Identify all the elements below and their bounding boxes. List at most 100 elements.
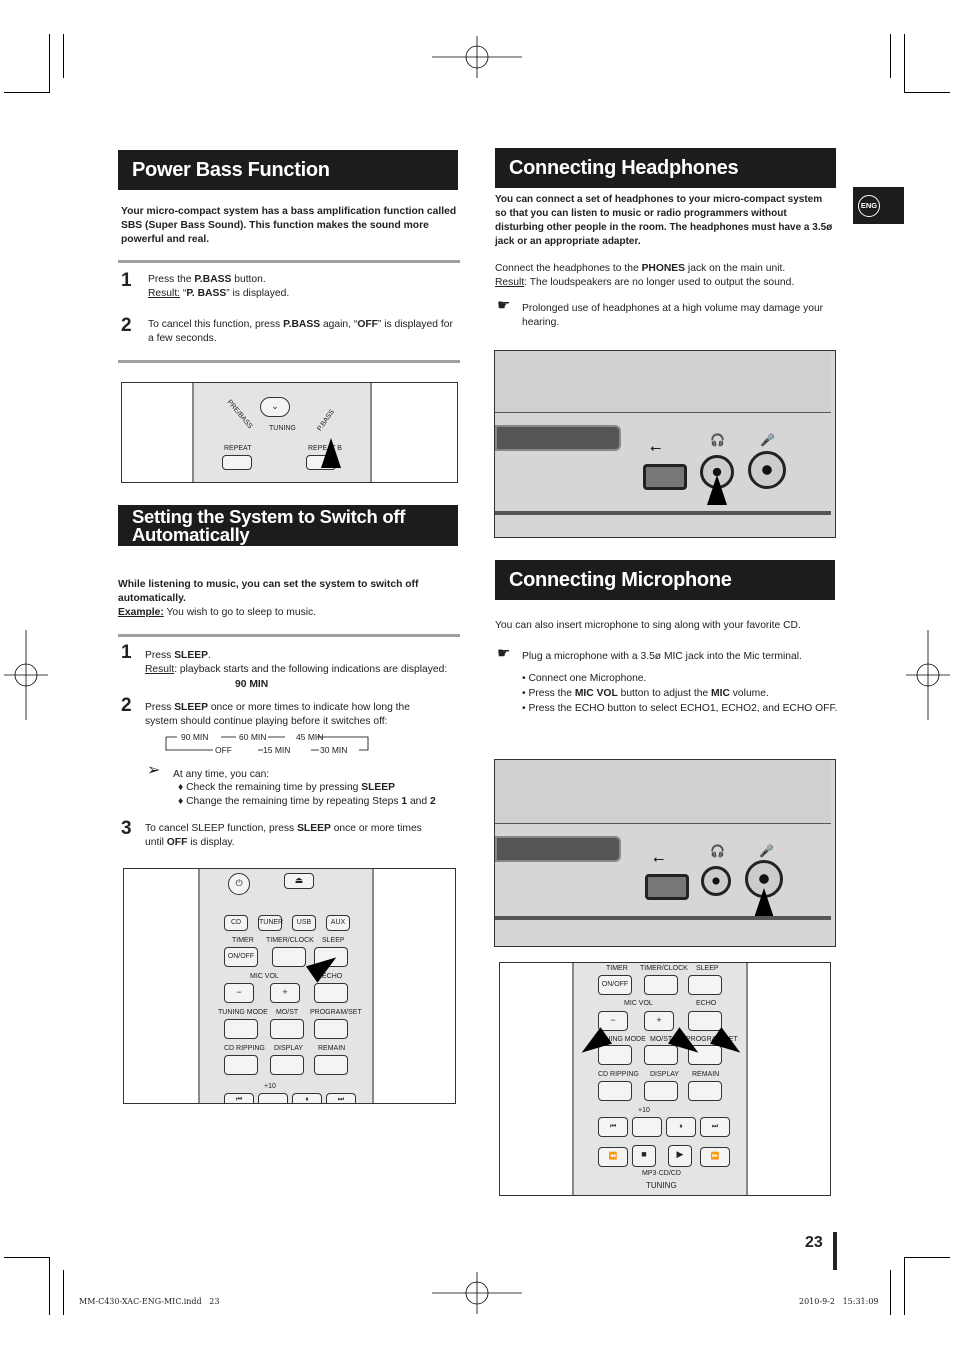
echo-button <box>688 1011 722 1031</box>
text: While listening to music, you can set th… <box>118 579 419 604</box>
remote-pbass-figure: PRE/BASS ⌄ TUNING P.BASS REPEAT REPEAT B <box>121 382 458 483</box>
power-bass-intro: Your micro-compact system has a bass amp… <box>121 206 457 245</box>
crop-mark <box>904 34 905 92</box>
text: SLEEP <box>297 823 331 834</box>
sleep-tip-item: ♦ Change the remaining time by repeating… <box>178 796 436 807</box>
mic-jack <box>748 451 786 489</box>
text: Press the <box>148 274 195 285</box>
next-button: ⏭ <box>326 1093 356 1103</box>
text: You wish to go to sleep to music. <box>163 607 317 618</box>
label: MP3·CD/CD <box>642 1170 681 1177</box>
text: volume. <box>729 688 769 699</box>
label: ECHO <box>696 1000 717 1007</box>
remote-sleep-figure: ⏻ ⏏ CD TUNER USB AUX TIMER TIMER/CLOCK S… <box>123 868 456 1104</box>
headphones-note: Prolonged use of headphones at a high vo… <box>522 303 824 328</box>
sleep-intro: While listening to music, you can set th… <box>118 578 458 620</box>
text: SLEEP <box>361 782 396 793</box>
text: SLEEP <box>174 650 208 661</box>
usb-icon: ⭠ <box>653 850 665 866</box>
crop-mark <box>904 92 950 93</box>
pointer-arrow <box>754 888 774 918</box>
page-number: 23 <box>805 1234 823 1251</box>
remain-button <box>314 1055 348 1075</box>
prev-button: ⏮ <box>598 1117 628 1137</box>
tuning-down-button: ⌄ <box>260 397 290 417</box>
crop-mark <box>49 34 50 92</box>
page-number-bar <box>833 1232 837 1270</box>
plus10-button <box>632 1117 662 1137</box>
cd-ripping-button <box>224 1055 258 1075</box>
step-1-text: Press the P.BASS button. Result: “P. BAS… <box>148 273 458 300</box>
text: 2 <box>430 796 436 807</box>
text: Connect one Microphone. <box>528 673 647 684</box>
section-title-microphone: Connecting Microphone <box>495 560 835 600</box>
forward-button: ⏩ <box>700 1147 730 1167</box>
mo-st-button <box>270 1019 304 1039</box>
divider <box>118 360 460 363</box>
cycle-step: 45 MIN <box>296 732 324 742</box>
microphone-bullet: • Press the MIC VOL button to adjust the… <box>522 688 769 699</box>
text: PHONES <box>641 263 686 274</box>
display-slot <box>495 425 621 451</box>
plus10-button <box>258 1093 288 1103</box>
text: P.BASS <box>283 319 321 330</box>
text: Change the remaining time by repeating S… <box>186 796 402 807</box>
timer-clock-button <box>272 947 306 967</box>
on-off-button: ON/OFF <box>224 947 258 967</box>
text: again, “ <box>320 319 358 330</box>
tuner-button: TUNER <box>258 915 283 931</box>
label: MO/ST <box>276 1009 299 1016</box>
remain-button <box>688 1081 722 1101</box>
remote-control: TIMER TIMER/CLOCK SLEEP ON/OFF MIC VOL E… <box>572 963 748 1195</box>
crop-mark <box>904 1257 905 1315</box>
cycle-step: OFF <box>215 745 232 755</box>
text: MIC VOL <box>574 688 618 699</box>
cycle-step: 60 MIN <box>239 732 267 742</box>
text: OFF <box>357 319 378 330</box>
usb-port <box>643 464 687 490</box>
step-number: 1 <box>121 642 132 663</box>
crop-mark <box>63 34 64 78</box>
section-title-power-bass: Power Bass Function <box>118 150 458 190</box>
mic-vol-down-button: − <box>224 983 254 1003</box>
footer-file-info: MM-C430-XAC-ENG-MIC.indd 23 <box>79 1297 220 1306</box>
text: MIC <box>711 688 730 699</box>
on-off-button: ON/OFF <box>598 975 632 995</box>
remote-control: ⏻ ⏏ CD TUNER USB AUX TIMER TIMER/CLOCK S… <box>198 869 374 1103</box>
cycle-step: 15 MIN <box>263 745 291 755</box>
text: Press the ECHO button to select ECHO1, E… <box>528 703 838 714</box>
play-button: ▶ <box>668 1145 692 1167</box>
microphone-bullet: • Press the ECHO button to select ECHO1,… <box>522 703 838 714</box>
text: Press the <box>528 688 575 699</box>
label: +10 <box>264 1083 276 1090</box>
remote-control: PRE/BASS ⌄ TUNING P.BASS REPEAT REPEAT B <box>192 383 372 482</box>
section-title-headphones: Connecting Headphones <box>495 148 836 188</box>
crop-mark <box>904 1257 950 1258</box>
step-2-text: To cancel this function, press P.BASS ag… <box>148 318 458 345</box>
text: Connect the headphones to the <box>495 263 642 274</box>
text: ” is displayed. <box>226 287 290 299</box>
text: To cancel this function, press <box>148 319 284 330</box>
text: P. BASS <box>186 287 227 299</box>
microphone-note: Plug a microphone with a 3.5ø MIC jack i… <box>522 651 802 662</box>
mic-vol-up-button: + <box>644 1011 674 1031</box>
text: is display. <box>187 836 235 848</box>
microphone-bullet: • Connect one Microphone. <box>522 673 647 684</box>
display-button <box>270 1055 304 1075</box>
divider <box>118 634 460 637</box>
step-number: 2 <box>121 695 132 716</box>
unit-foot <box>495 916 831 920</box>
text: P.BASS <box>194 274 232 285</box>
label: DISPLAY <box>274 1045 304 1052</box>
registration-mark <box>432 1272 522 1314</box>
program-set-button <box>314 1019 348 1039</box>
crop-mark <box>4 92 50 93</box>
cycle-step: 90 MIN <box>181 732 209 742</box>
timer-clock-button <box>644 975 678 995</box>
label: +10 <box>638 1107 650 1114</box>
result-label: Result <box>145 663 175 675</box>
mic-vol-up-button: + <box>270 983 300 1003</box>
result-label: Result: <box>148 287 181 299</box>
label: TIMER <box>232 937 254 944</box>
text: To cancel SLEEP function, press <box>145 823 298 834</box>
